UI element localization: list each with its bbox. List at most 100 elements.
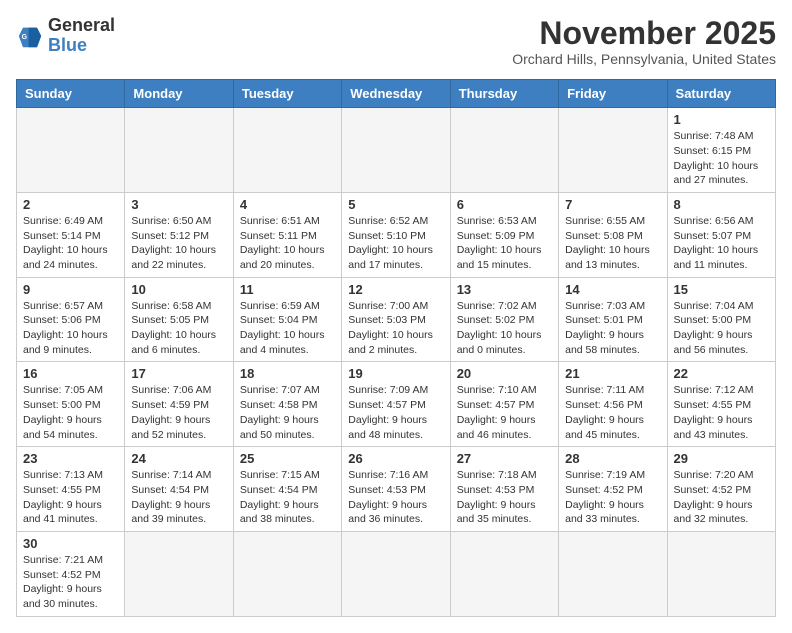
calendar-week-row: 16Sunrise: 7:05 AM Sunset: 5:00 PM Dayli…: [17, 362, 776, 447]
calendar-cell: 30 Sunrise: 7:21 AM Sunset: 4:52 PM Dayli…: [17, 531, 125, 616]
weekday-header-tuesday: Tuesday: [233, 80, 341, 108]
day-number: 3: [131, 197, 226, 212]
logo-general-text: General: [48, 15, 115, 35]
calendar-cell: 2 Sunrise: 6:49 AM Sunset: 5:14 PM Daylig…: [17, 192, 125, 277]
title-block: November 2025 Orchard Hills, Pennsylvani…: [512, 16, 776, 67]
calendar-cell: [450, 531, 558, 616]
day-number: 12: [348, 282, 443, 297]
day-number: 1: [674, 112, 769, 127]
day-info: Sunrise: 7:02 AM Sunset: 5:02 PM Dayligh…: [457, 299, 552, 358]
logo-label: General Blue: [48, 16, 115, 56]
day-info: Sunrise: 6:49 AM Sunset: 5:14 PM Dayligh…: [23, 214, 118, 273]
calendar-week-row: 9 Sunrise: 6:57 AM Sunset: 5:06 PM Daylig…: [17, 277, 776, 362]
day-info: Sunrise: 6:51 AM Sunset: 5:11 PM Dayligh…: [240, 214, 335, 273]
calendar-header-row: SundayMondayTuesdayWednesdayThursdayFrid…: [17, 80, 776, 108]
day-number: 19: [348, 366, 443, 381]
day-info: Sunrise: 7:07 AM Sunset: 4:58 PM Dayligh…: [240, 383, 335, 442]
page-header: G General Blue November 2025 Orchard Hil…: [16, 16, 776, 67]
calendar-cell: 28 Sunrise: 7:19 AM Sunset: 4:52 PM Dayli…: [559, 447, 667, 532]
day-number: 20: [457, 366, 552, 381]
day-number: 15: [674, 282, 769, 297]
day-info: Sunrise: 6:52 AM Sunset: 5:10 PM Dayligh…: [348, 214, 443, 273]
day-number: 16: [23, 366, 118, 381]
day-number: 26: [348, 451, 443, 466]
day-number: 25: [240, 451, 335, 466]
calendar-cell: 21Sunrise: 7:11 AM Sunset: 4:56 PM Dayli…: [559, 362, 667, 447]
calendar-cell: 25 Sunrise: 7:15 AM Sunset: 4:54 PM Dayli…: [233, 447, 341, 532]
calendar-cell: 19 Sunrise: 7:09 AM Sunset: 4:57 PM Dayli…: [342, 362, 450, 447]
day-info: Sunrise: 6:57 AM Sunset: 5:06 PM Dayligh…: [23, 299, 118, 358]
day-info: Sunrise: 7:19 AM Sunset: 4:52 PM Dayligh…: [565, 468, 660, 527]
day-info: Sunrise: 7:18 AM Sunset: 4:53 PM Dayligh…: [457, 468, 552, 527]
calendar-week-row: 1Sunrise: 7:48 AM Sunset: 6:15 PM Daylig…: [17, 108, 776, 193]
day-number: 13: [457, 282, 552, 297]
day-number: 30: [23, 536, 118, 551]
calendar-week-row: 23 Sunrise: 7:13 AM Sunset: 4:55 PM Dayli…: [17, 447, 776, 532]
calendar-cell: [667, 531, 775, 616]
calendar-cell: [233, 108, 341, 193]
day-number: 8: [674, 197, 769, 212]
calendar-cell: 11Sunrise: 6:59 AM Sunset: 5:04 PM Dayli…: [233, 277, 341, 362]
weekday-header-saturday: Saturday: [667, 80, 775, 108]
calendar-cell: 12Sunrise: 7:00 AM Sunset: 5:03 PM Dayli…: [342, 277, 450, 362]
day-info: Sunrise: 7:21 AM Sunset: 4:52 PM Dayligh…: [23, 553, 118, 612]
calendar-cell: 5 Sunrise: 6:52 AM Sunset: 5:10 PM Daylig…: [342, 192, 450, 277]
calendar-cell: 13 Sunrise: 7:02 AM Sunset: 5:02 PM Dayli…: [450, 277, 558, 362]
calendar-cell: 20Sunrise: 7:10 AM Sunset: 4:57 PM Dayli…: [450, 362, 558, 447]
calendar-cell: 16Sunrise: 7:05 AM Sunset: 5:00 PM Dayli…: [17, 362, 125, 447]
day-info: Sunrise: 6:55 AM Sunset: 5:08 PM Dayligh…: [565, 214, 660, 273]
day-number: 14: [565, 282, 660, 297]
calendar-week-row: 30 Sunrise: 7:21 AM Sunset: 4:52 PM Dayli…: [17, 531, 776, 616]
calendar-cell: 8Sunrise: 6:56 AM Sunset: 5:07 PM Daylig…: [667, 192, 775, 277]
day-info: Sunrise: 7:04 AM Sunset: 5:00 PM Dayligh…: [674, 299, 769, 358]
day-number: 4: [240, 197, 335, 212]
day-number: 22: [674, 366, 769, 381]
day-number: 5: [348, 197, 443, 212]
calendar-cell: 9 Sunrise: 6:57 AM Sunset: 5:06 PM Daylig…: [17, 277, 125, 362]
day-info: Sunrise: 6:59 AM Sunset: 5:04 PM Dayligh…: [240, 299, 335, 358]
svg-text:G: G: [22, 34, 28, 41]
day-info: Sunrise: 7:20 AM Sunset: 4:52 PM Dayligh…: [674, 468, 769, 527]
calendar-cell: 17 Sunrise: 7:06 AM Sunset: 4:59 PM Dayli…: [125, 362, 233, 447]
day-info: Sunrise: 7:12 AM Sunset: 4:55 PM Dayligh…: [674, 383, 769, 442]
calendar-table: SundayMondayTuesdayWednesdayThursdayFrid…: [16, 79, 776, 617]
weekday-header-sunday: Sunday: [17, 80, 125, 108]
calendar-cell: 18 Sunrise: 7:07 AM Sunset: 4:58 PM Dayli…: [233, 362, 341, 447]
weekday-header-thursday: Thursday: [450, 80, 558, 108]
logo: G General Blue: [16, 16, 115, 56]
day-number: 2: [23, 197, 118, 212]
day-info: Sunrise: 7:15 AM Sunset: 4:54 PM Dayligh…: [240, 468, 335, 527]
day-info: Sunrise: 7:09 AM Sunset: 4:57 PM Dayligh…: [348, 383, 443, 442]
day-number: 23: [23, 451, 118, 466]
calendar-cell: [17, 108, 125, 193]
calendar-cell: 6 Sunrise: 6:53 AM Sunset: 5:09 PM Daylig…: [450, 192, 558, 277]
calendar-cell: [125, 531, 233, 616]
generalblue-logo-icon: G: [16, 22, 44, 50]
calendar-cell: 26 Sunrise: 7:16 AM Sunset: 4:53 PM Dayli…: [342, 447, 450, 532]
day-info: Sunrise: 7:06 AM Sunset: 4:59 PM Dayligh…: [131, 383, 226, 442]
calendar-cell: 7 Sunrise: 6:55 AM Sunset: 5:08 PM Daylig…: [559, 192, 667, 277]
calendar-cell: [342, 531, 450, 616]
calendar-cell: 22 Sunrise: 7:12 AM Sunset: 4:55 PM Dayli…: [667, 362, 775, 447]
day-info: Sunrise: 7:16 AM Sunset: 4:53 PM Dayligh…: [348, 468, 443, 527]
day-info: Sunrise: 7:11 AM Sunset: 4:56 PM Dayligh…: [565, 383, 660, 442]
calendar-cell: 15 Sunrise: 7:04 AM Sunset: 5:00 PM Dayli…: [667, 277, 775, 362]
day-number: 28: [565, 451, 660, 466]
calendar-cell: 24Sunrise: 7:14 AM Sunset: 4:54 PM Dayli…: [125, 447, 233, 532]
calendar-cell: [450, 108, 558, 193]
weekday-header-friday: Friday: [559, 80, 667, 108]
day-number: 9: [23, 282, 118, 297]
calendar-cell: [125, 108, 233, 193]
day-number: 6: [457, 197, 552, 212]
day-number: 17: [131, 366, 226, 381]
calendar-cell: 1Sunrise: 7:48 AM Sunset: 6:15 PM Daylig…: [667, 108, 775, 193]
weekday-header-monday: Monday: [125, 80, 233, 108]
day-info: Sunrise: 6:53 AM Sunset: 5:09 PM Dayligh…: [457, 214, 552, 273]
day-info: Sunrise: 6:58 AM Sunset: 5:05 PM Dayligh…: [131, 299, 226, 358]
day-info: Sunrise: 7:13 AM Sunset: 4:55 PM Dayligh…: [23, 468, 118, 527]
day-number: 18: [240, 366, 335, 381]
calendar-cell: [559, 531, 667, 616]
day-number: 7: [565, 197, 660, 212]
day-number: 27: [457, 451, 552, 466]
calendar-cell: 3Sunrise: 6:50 AM Sunset: 5:12 PM Daylig…: [125, 192, 233, 277]
